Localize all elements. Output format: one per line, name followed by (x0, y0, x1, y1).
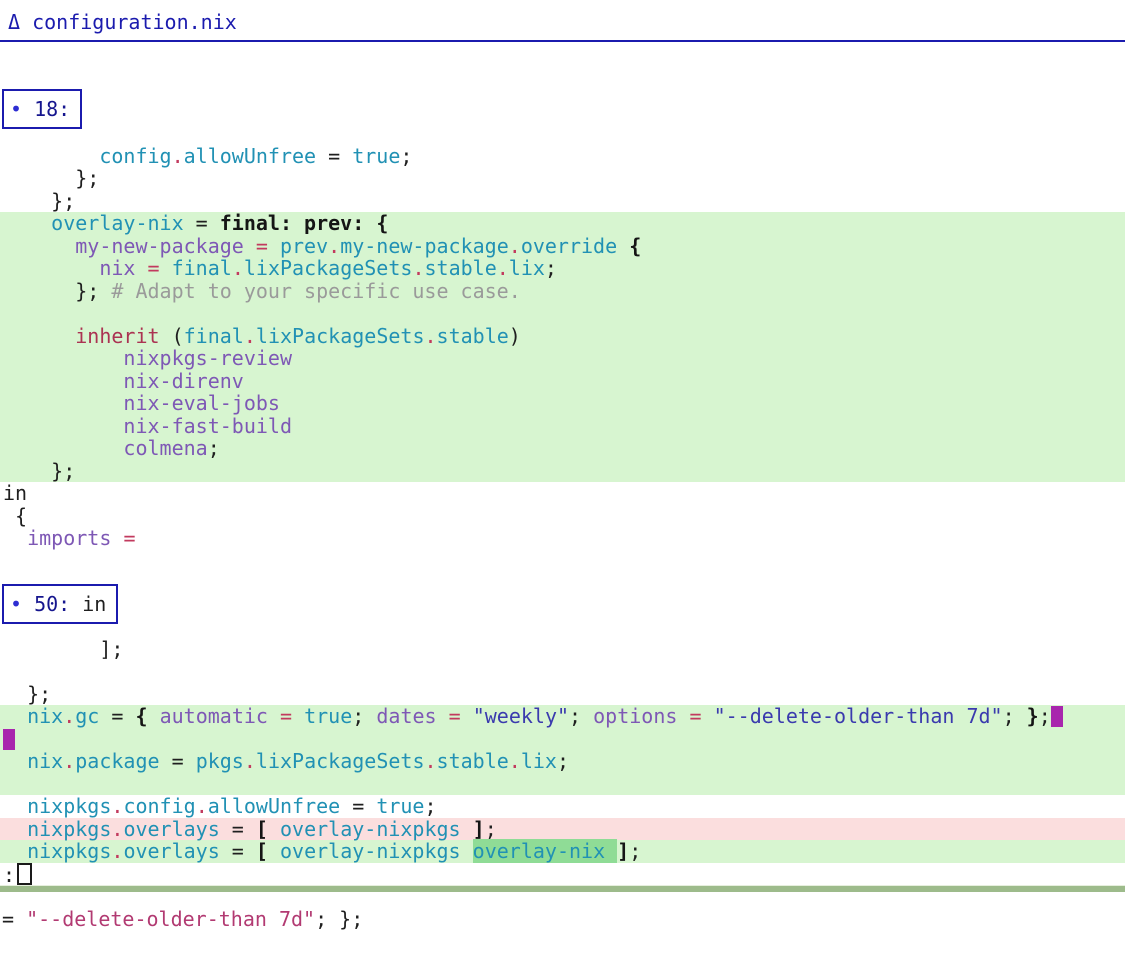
code-line: ]; (0, 638, 1125, 661)
code-line: }; (0, 683, 1125, 706)
code-line: nix-fast-build (0, 415, 1125, 438)
code-line: imports = (0, 527, 1125, 550)
wrap-marker-icon (3, 729, 15, 750)
terminal[interactable]: Δ configuration.nix • 18: config.allowUn… (0, 0, 1125, 953)
code-line (0, 302, 1125, 325)
terminal-cursor (17, 863, 32, 885)
code-line: nixpkgs.overlays = [ overlay-nixpkgs ]; (0, 818, 1125, 841)
spacer (0, 129, 1125, 145)
pane-divider (0, 885, 1125, 892)
spacer (0, 892, 1125, 908)
code-line: nix.package = pkgs.lixPackageSets.stable… (0, 750, 1125, 773)
code-line: }; (0, 190, 1125, 213)
code-line: overlay-nix = final: prev: { (0, 212, 1125, 235)
code-line (0, 773, 1125, 796)
code-line: my-new-package = prev.my-new-package.ove… (0, 235, 1125, 258)
code-line: }; (0, 167, 1125, 190)
hunk-line-number: 18: (34, 97, 70, 121)
terminal-body: • 18: config.allowUnfree = true; }; }; o… (0, 42, 1125, 931)
hunk-header: • 50: in (2, 584, 118, 624)
code-line: nixpkgs.overlays = [ overlay-nixpkgs ove… (0, 840, 1125, 863)
code-line: nix-eval-jobs (0, 392, 1125, 415)
hunk-context: in (70, 592, 106, 616)
code-line: colmena; (0, 437, 1125, 460)
code-line: config.allowUnfree = true; (0, 145, 1125, 168)
code-line: }; (0, 460, 1125, 483)
code-line (0, 660, 1125, 683)
spacer (0, 572, 1125, 584)
hunk-bullet-icon: • (10, 592, 34, 616)
code-line: nix.gc = { automatic = true; dates = "we… (0, 705, 1125, 728)
code-line: = "--delete-older-than 7d"; }; (0, 908, 1125, 931)
code-line: nix-direnv (0, 370, 1125, 393)
diff-file-title: Δ configuration.nix (0, 0, 1125, 42)
hunk-header: • 18: (2, 89, 82, 129)
code-line: inherit (final.lixPackageSets.stable) (0, 325, 1125, 348)
code-line: }; # Adapt to your specific use case. (0, 280, 1125, 303)
hunk-bullet-icon: • (10, 97, 34, 121)
hunk-line-number: 50: (34, 592, 70, 616)
spacer (0, 42, 1125, 89)
spacer (0, 624, 1125, 638)
code-line: { (0, 505, 1125, 528)
code-line: nixpkgs.config.allowUnfree = true; (0, 795, 1125, 818)
code-line (0, 728, 1125, 751)
code-line: in (0, 482, 1125, 505)
code-line: : (0, 863, 1125, 886)
code-line: nixpkgs-review (0, 347, 1125, 370)
wrap-marker-icon (1051, 706, 1063, 727)
code-line: nix = final.lixPackageSets.stable.lix; (0, 257, 1125, 280)
code-line (0, 550, 1125, 573)
